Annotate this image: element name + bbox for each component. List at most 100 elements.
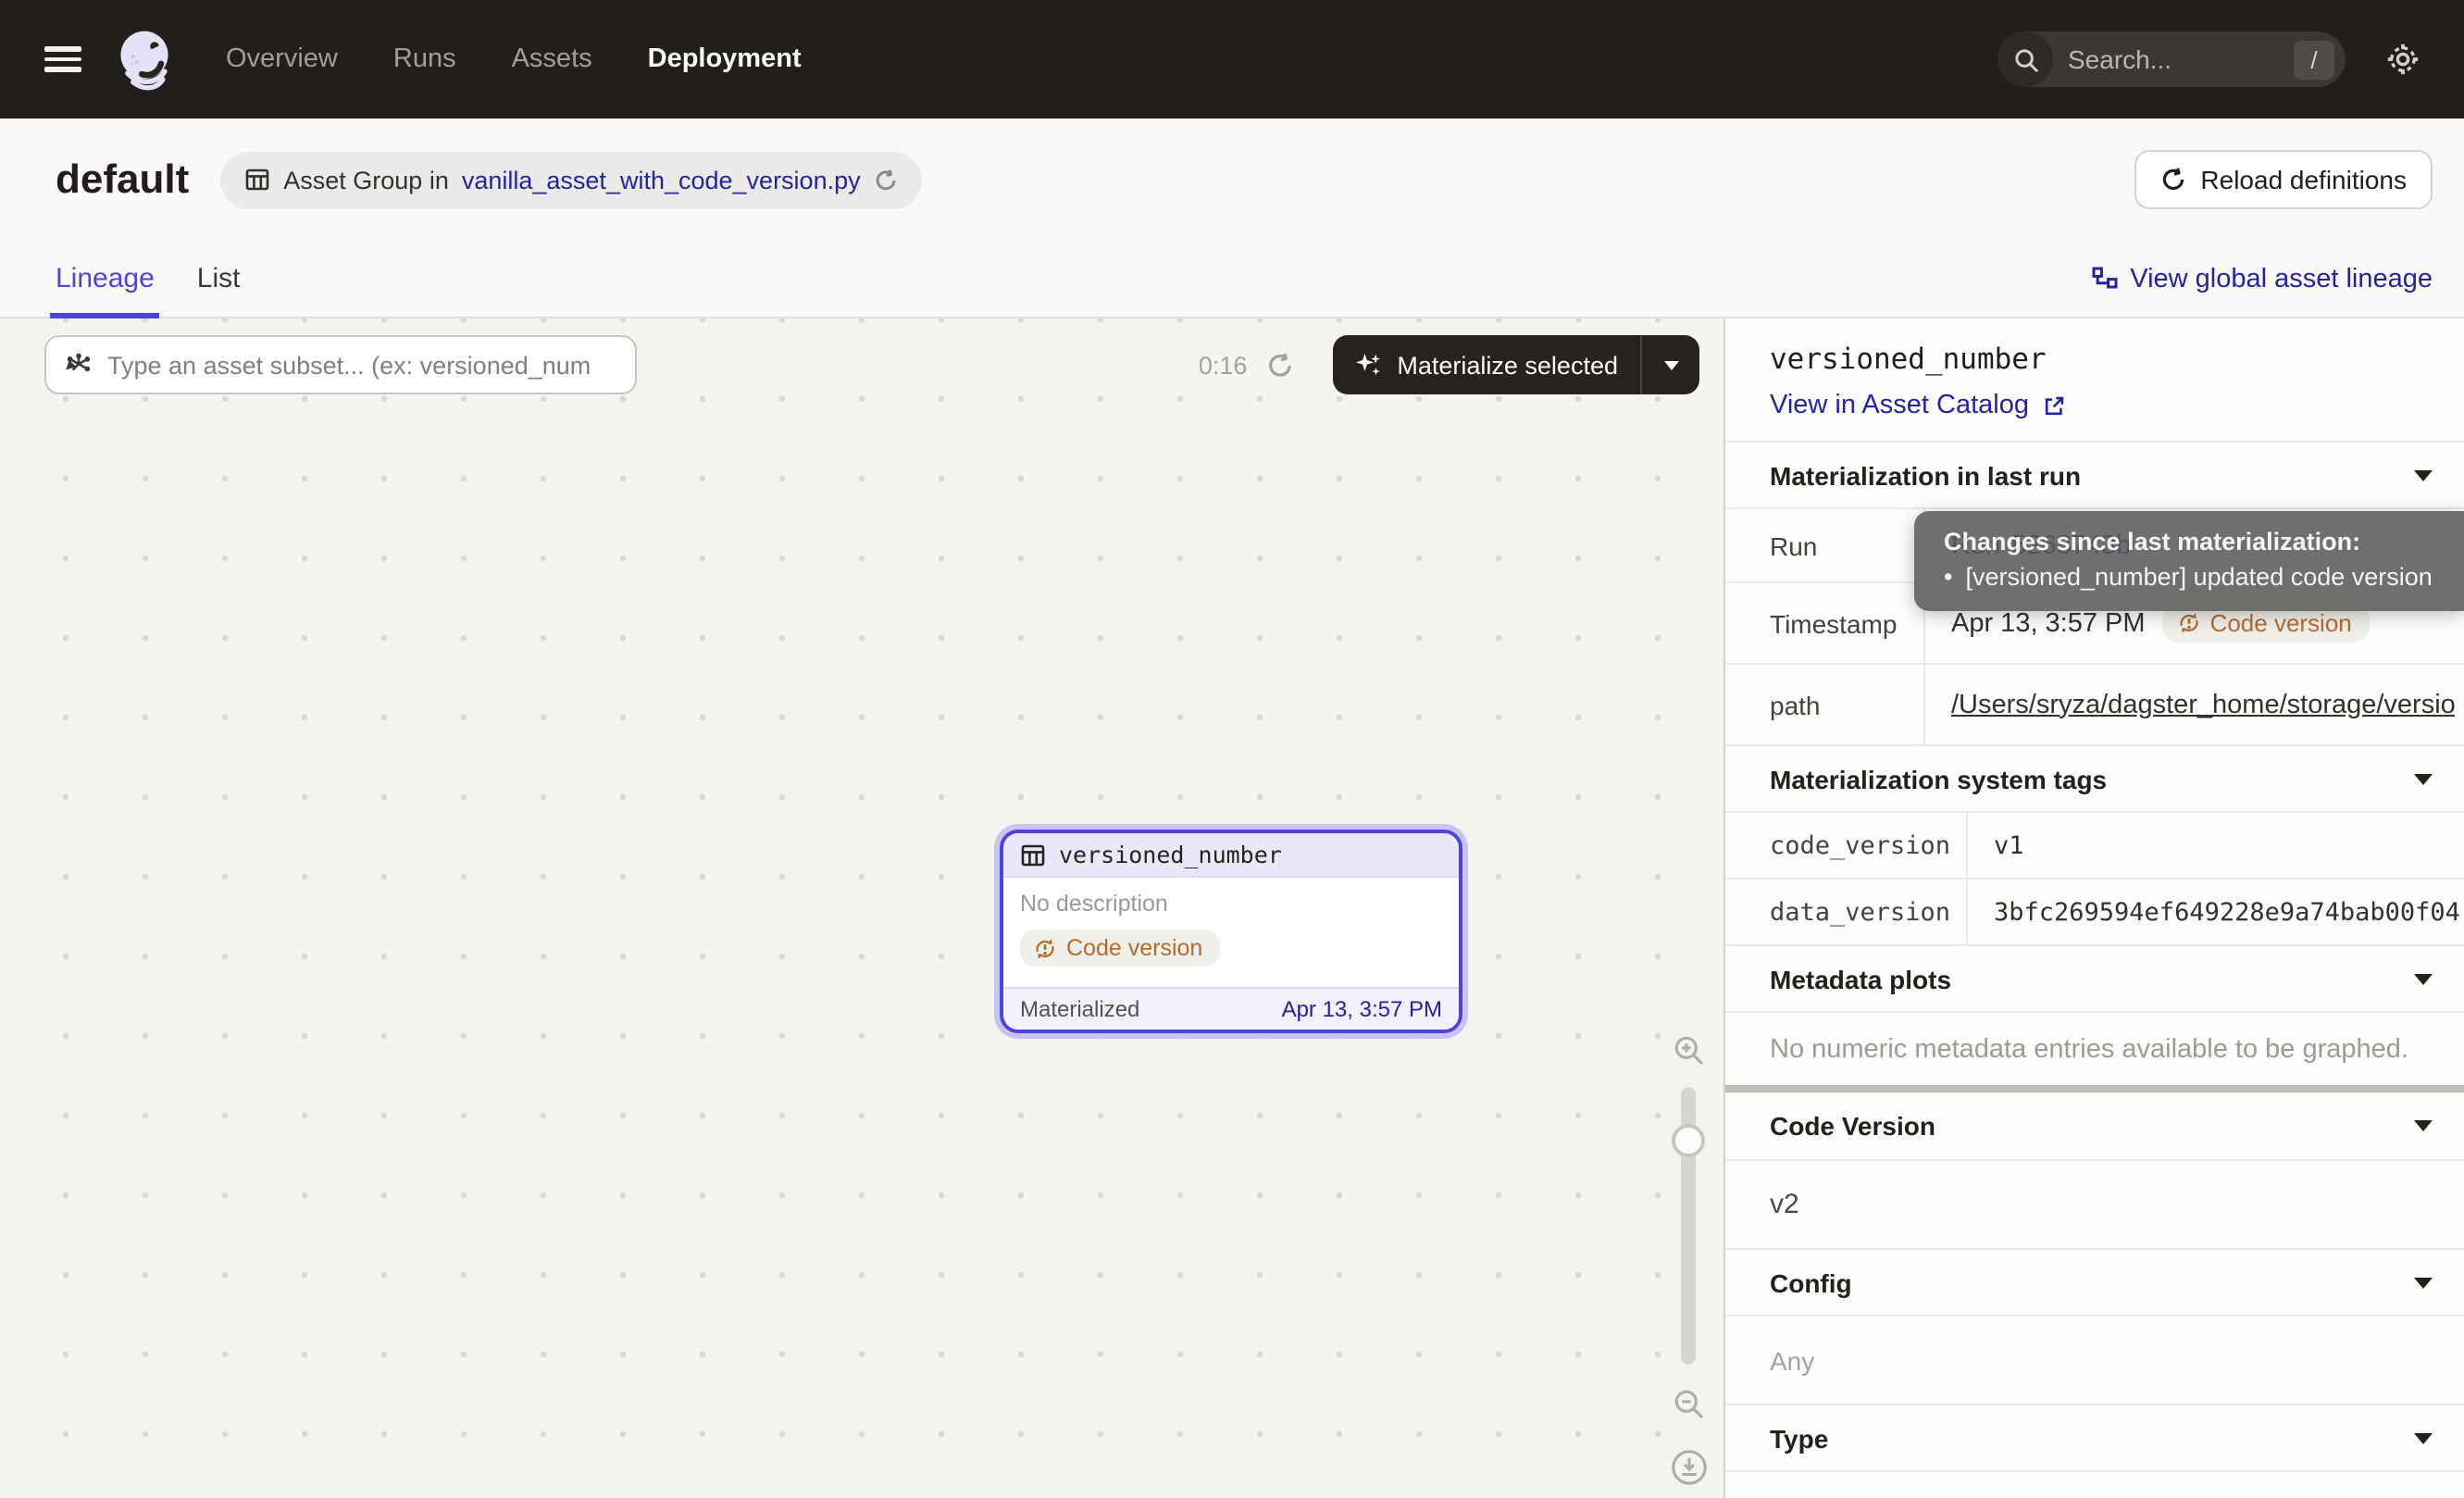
tag-key: data_version xyxy=(1725,880,1968,944)
asset-subset-filter[interactable] xyxy=(44,335,637,394)
materialize-selected-label: Materialize selected xyxy=(1397,351,1618,379)
sidebar-title-block: versioned_number View in Asset Catalog xyxy=(1725,318,2464,441)
nav-item-overview[interactable]: Overview xyxy=(226,44,338,74)
tab-lineage-label: Lineage xyxy=(56,263,155,294)
section-metadata-plots[interactable]: Metadata plots xyxy=(1725,944,2464,1011)
tab-list[interactable]: List xyxy=(197,241,241,317)
chevron-down-icon xyxy=(2414,1432,2433,1443)
asset-graph-filter-icon xyxy=(65,351,93,379)
top-navbar: Overview Runs Assets Deployment / xyxy=(0,0,2464,119)
section-label: Metadata plots xyxy=(1770,964,1951,993)
materialize-selected-split-button: Materialize selected xyxy=(1332,335,1699,394)
asset-node-versioned-number[interactable]: versioned_number No description Code ver… xyxy=(1000,830,1462,1032)
navbar-right: / xyxy=(1997,31,2420,87)
global-lineage-label: View global asset lineage xyxy=(2130,264,2433,293)
asset-node-description: No description xyxy=(1020,891,1442,917)
reload-definitions-label: Reload definitions xyxy=(2200,165,2407,194)
chevron-down-icon xyxy=(1663,360,1678,369)
zoom-in-icon[interactable] xyxy=(1671,1033,1706,1068)
code-version-value: v2 xyxy=(1725,1159,2464,1248)
asset-subset-input[interactable] xyxy=(107,351,616,379)
code-version-badge-label: Code version xyxy=(1066,935,1202,961)
asset-group-breadcrumb: Asset Group in vanilla_asset_with_code_v… xyxy=(220,151,921,208)
view-tabs: Lineage List View global asset lineage xyxy=(0,241,2464,318)
zoom-slider-handle[interactable] xyxy=(1672,1124,1705,1157)
graph-zoom-controls xyxy=(1664,1026,1712,1498)
refresh-timer: 0:16 xyxy=(1199,351,1248,379)
section-label: Materialization in last run xyxy=(1770,460,2081,490)
graph-refresh-icon[interactable] xyxy=(1265,351,1293,379)
tag-value: v1 xyxy=(1968,813,2464,878)
group-refresh-icon[interactable] xyxy=(874,168,898,192)
changes-tooltip: Changes since last materialization: • [v… xyxy=(1914,511,2464,611)
chevron-down-icon xyxy=(2414,973,2433,984)
tag-row-data-version: data_version 3bfc269594ef649228e9a74bab0… xyxy=(1725,878,2464,944)
chevron-down-icon xyxy=(2414,1277,2433,1288)
materialize-selected-button[interactable]: Materialize selected xyxy=(1332,350,1640,380)
asset-node-header: versioned_number xyxy=(1003,833,1459,878)
path-row-label: path xyxy=(1725,665,1925,744)
nav-item-assets[interactable]: Assets xyxy=(512,44,592,74)
dagster-logo-icon xyxy=(111,26,178,93)
nav-item-runs[interactable]: Runs xyxy=(393,44,456,74)
section-materialization-in-last-run[interactable]: Materialization in last run xyxy=(1725,441,2464,507)
view-in-asset-catalog-link[interactable]: View in Asset Catalog xyxy=(1770,391,2066,420)
section-config[interactable]: Config xyxy=(1725,1248,2464,1315)
code-version-sync-icon xyxy=(1033,936,1057,960)
search-icon xyxy=(1997,31,2053,87)
chevron-down-icon xyxy=(2414,1120,2433,1131)
section-label: Config xyxy=(1770,1267,1852,1297)
graph-toolbar: 0:16 Materialize selected xyxy=(44,335,1699,394)
code-version-sync-icon xyxy=(2177,611,2201,635)
main-content: 0:16 Materialize selected xyxy=(0,318,2464,1498)
global-search[interactable]: / xyxy=(1997,31,2346,87)
code-version-badge-label: Code version xyxy=(2210,609,2352,637)
asset-node-materialized-time[interactable]: Apr 13, 3:57 PM xyxy=(1282,995,1442,1021)
asset-group-prefix: Asset Group in xyxy=(283,166,449,193)
app-window: Overview Runs Assets Deployment / xyxy=(0,0,2464,1498)
sidebar-asset-name: versioned_number xyxy=(1770,343,2434,376)
tag-row-code-version: code_version v1 xyxy=(1725,811,2464,878)
page-title: default xyxy=(56,156,189,204)
hamburger-menu-icon[interactable] xyxy=(44,46,81,72)
asset-node-body: No description Code version xyxy=(1003,878,1459,986)
lineage-graph-canvas[interactable]: 0:16 Materialize selected xyxy=(0,318,1724,1498)
zoom-out-icon[interactable] xyxy=(1671,1387,1706,1422)
asset-group-file-link[interactable]: vanilla_asset_with_code_version.py xyxy=(462,166,861,193)
primary-nav: Overview Runs Assets Deployment xyxy=(226,44,802,74)
chevron-down-icon xyxy=(2414,469,2433,481)
section-code-version[interactable]: Code Version xyxy=(1725,1092,2464,1159)
graph-toolbar-right: 0:16 Materialize selected xyxy=(1199,335,1699,394)
tooltip-title: Changes since last materialization: xyxy=(1944,528,2442,556)
download-graph-icon[interactable] xyxy=(1669,1448,1708,1487)
section-divider xyxy=(1725,1085,2464,1092)
zoom-slider[interactable] xyxy=(1681,1087,1696,1365)
asset-node-footer: Materialized Apr 13, 3:57 PM xyxy=(1003,986,1459,1029)
nav-item-deployment[interactable]: Deployment xyxy=(648,44,802,74)
tab-lineage[interactable]: Lineage xyxy=(56,241,155,317)
tag-key: code_version xyxy=(1725,813,1968,878)
page-header: default Asset Group in vanilla_asset_wit… xyxy=(0,119,2464,241)
timestamp-value: Apr 13, 3:57 PM xyxy=(1951,608,2146,638)
lineage-graph-icon xyxy=(2091,266,2117,292)
section-divider xyxy=(1725,1470,2464,1472)
run-row-label: Run xyxy=(1725,509,1925,581)
table-icon xyxy=(1020,842,1046,868)
materialize-dropdown-button[interactable] xyxy=(1642,360,1699,369)
search-shortcut-badge: / xyxy=(2294,40,2334,79)
reload-icon xyxy=(2159,167,2185,193)
reload-definitions-button[interactable]: Reload definitions xyxy=(2134,150,2433,209)
path-link[interactable]: /Users/sryza/dagster_home/storage/versio xyxy=(1951,690,2456,719)
section-label: Type xyxy=(1770,1423,1828,1453)
asset-node-status: Materialized xyxy=(1020,995,1139,1021)
search-input[interactable] xyxy=(2053,44,2294,74)
dagster-logo[interactable] xyxy=(111,26,178,93)
settings-gear-icon[interactable] xyxy=(2386,43,2420,76)
section-label: Materialization system tags xyxy=(1770,764,2107,793)
section-materialization-system-tags[interactable]: Materialization system tags xyxy=(1725,744,2464,811)
external-link-icon xyxy=(2042,393,2066,418)
chevron-down-icon xyxy=(2414,773,2433,784)
view-global-asset-lineage-link[interactable]: View global asset lineage xyxy=(2091,264,2433,293)
tooltip-item-text: [versioned_number] updated code version xyxy=(1965,563,2432,591)
section-type[interactable]: Type xyxy=(1725,1404,2464,1470)
